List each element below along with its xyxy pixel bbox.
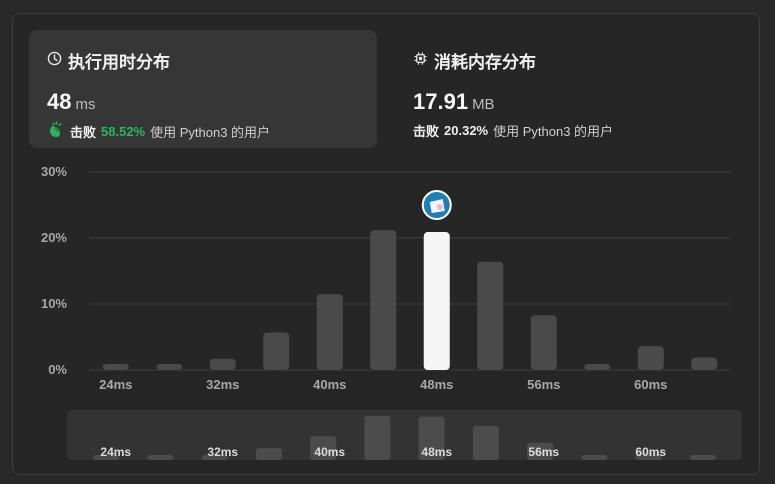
histogram-bar[interactable] xyxy=(370,230,397,370)
histogram-bar[interactable] xyxy=(637,346,664,370)
y-tick-label: 20% xyxy=(41,230,67,245)
x-tick-label: 24ms xyxy=(99,377,132,392)
y-tick-label: 10% xyxy=(41,296,67,311)
x-tick-label: 56ms xyxy=(527,377,560,392)
histogram-bar[interactable] xyxy=(102,364,129,370)
x-tick-label: 48ms xyxy=(420,377,453,392)
overview-bar xyxy=(581,455,608,460)
runtime-histogram: 0% 10% 20% 30% 24ms 32ms 40ms 48ms 56ms 60ms 24ms 3… xyxy=(41,164,742,460)
overview-bar xyxy=(147,455,174,460)
histogram-bar[interactable] xyxy=(477,261,504,370)
overview-tick-label: 56ms xyxy=(528,445,559,459)
y-tick-label: 0% xyxy=(48,362,67,377)
overview-tick-label: 60ms xyxy=(635,445,666,459)
overview-bar xyxy=(364,416,391,460)
x-tick-label: 40ms xyxy=(313,377,346,392)
x-tick-label: 60ms xyxy=(634,377,667,392)
overview-tick-label: 32ms xyxy=(207,445,238,459)
overview-tick-label: 24ms xyxy=(100,445,131,459)
overview-tick-label: 48ms xyxy=(421,445,452,459)
runtime-distribution-panel: 执行用时分布 48 ms 击败 58.52% 使用 Python3 的用户 消耗内… xyxy=(12,13,760,475)
histogram-bar[interactable] xyxy=(691,357,718,370)
histogram-bar[interactable] xyxy=(530,315,557,370)
highlight-bar[interactable] xyxy=(423,232,450,370)
y-tick-label: 30% xyxy=(41,164,67,179)
histogram-bar[interactable] xyxy=(209,358,236,370)
histogram-bar[interactable] xyxy=(584,364,611,370)
x-tick-label: 32ms xyxy=(206,377,239,392)
overview-bar xyxy=(472,425,499,460)
overview-tick-label: 40ms xyxy=(314,445,345,459)
histogram-bar[interactable] xyxy=(316,294,343,370)
histogram-bar[interactable] xyxy=(263,332,290,370)
avatar-glyph xyxy=(436,204,443,211)
overview-bar xyxy=(689,455,716,460)
histogram-bar[interactable] xyxy=(156,364,183,370)
overview-bar xyxy=(255,448,282,460)
